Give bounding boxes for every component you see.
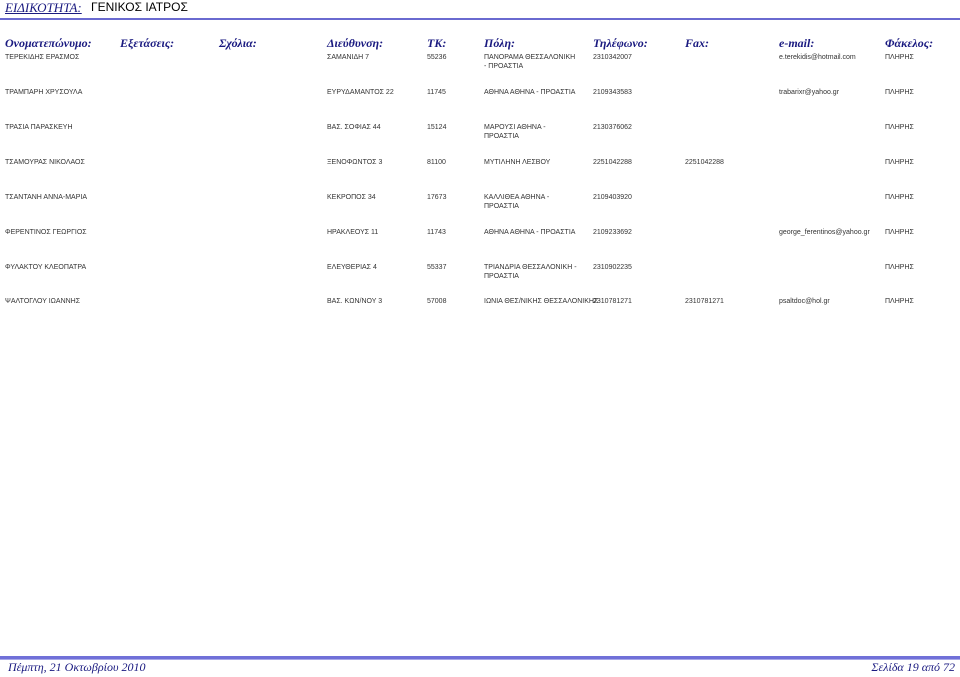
row-folder: ΠΛΗΡΗΣ (885, 229, 914, 236)
row-name: ΦΥΛΑΚΤΟΥ ΚΛΕΟΠΑΤΡΑ (5, 264, 87, 271)
row-address: ΕΥΡΥΔΑΜΑΝΤΟΣ 22 (327, 89, 394, 96)
row-address: ΚΕΚΡΟΠΟΣ 34 (327, 194, 376, 201)
row-address: ΗΡΑΚΛΕΟΥΣ 11 (327, 229, 379, 236)
row-email: psaltdoc@hol.gr (779, 298, 830, 305)
row-phone: 2109343583 (593, 89, 632, 96)
row-address: ΒΑΣ. ΚΩΝ/ΝΟΥ 3 (327, 298, 383, 305)
table-row: ΦΕΡΕΝΤΙΝΟΣ ΓΕΩΡΓΙΟΣ ΗΡΑΚΛΕΟΥΣ 11 11743 Α… (0, 228, 960, 258)
specialty-value: ΓΕΝΙΚΟΣ ΙΑΤΡΟΣ (91, 0, 188, 14)
table-row: ΦΥΛΑΚΤΟΥ ΚΛΕΟΠΑΤΡΑ ΕΛΕΥΘΕΡΙΑΣ 4 55337 ΤΡ… (0, 263, 960, 293)
table-row: ΤΣΑΜΟΥΡΑΣ ΝΙΚΟΛΑΟΣ ΞΕΝΟΦΩΝΤΟΣ 3 81100 ΜΥ… (0, 158, 960, 188)
row-phone: 2310902235 (593, 264, 632, 271)
row-name: ΤΕΡΕΚΙΔΗΣ ΕΡΑΣΜΟΣ (5, 54, 80, 61)
column-header-fax: Fax: (685, 36, 709, 50)
row-folder: ΠΛΗΡΗΣ (885, 194, 914, 201)
row-name: ΤΡΑΣΙΑ ΠΑΡΑΣΚΕΥΗ (5, 124, 73, 131)
row-name: ΤΣΑΜΟΥΡΑΣ ΝΙΚΟΛΑΟΣ (5, 159, 85, 166)
header-divider (0, 18, 960, 20)
row-phone: 2109403920 (593, 194, 632, 201)
row-folder: ΠΛΗΡΗΣ (885, 264, 914, 271)
column-header-email: e-mail: (779, 36, 815, 50)
row-folder: ΠΛΗΡΗΣ (885, 159, 914, 166)
table-row: ΤΡΑΜΠΑΡΗ ΧΡΥΣΟΥΛΑ ΕΥΡΥΔΑΜΑΝΤΟΣ 22 11745 … (0, 88, 960, 118)
row-folder: ΠΛΗΡΗΣ (885, 124, 914, 131)
row-name: ΦΕΡΕΝΤΙΝΟΣ ΓΕΩΡΓΙΟΣ (5, 229, 87, 236)
row-tk: 11745 (427, 89, 446, 96)
row-city: ΠΑΝΟΡΑΜΑ ΘΕΣΣΑΛΟΝΙΚΗ - ΠΡΟΑΣΤΙΑ (484, 54, 576, 70)
row-tk: 55236 (427, 54, 447, 61)
column-header-comments: Σχόλια: (219, 36, 257, 50)
column-header-name: Ονοματεπώνυμο: (5, 36, 92, 50)
row-tk: 57008 (427, 298, 447, 305)
row-address: ΣΑΜΑΝΙΔΗ 7 (327, 54, 370, 61)
column-header-tk: ΤΚ: (427, 36, 447, 50)
row-city: ΜΥΤΙΛΗΝΗ ΛΕΣΒΟΥ (484, 159, 551, 166)
row-address: ΕΛΕΥΘΕΡΙΑΣ 4 (327, 264, 377, 271)
row-phone: 2130376062 (593, 124, 632, 131)
row-email: trabarixr@yahoo.gr (779, 89, 840, 96)
footer-date: Πέμπτη, 21 Οκτωβρίου 2010 (8, 660, 146, 674)
row-phone: 2310781271 (593, 298, 632, 305)
row-phone: 2310342007 (593, 54, 632, 61)
row-folder: ΠΛΗΡΗΣ (885, 298, 914, 305)
row-name: ΤΡΑΜΠΑΡΗ ΧΡΥΣΟΥΛΑ (5, 89, 83, 96)
column-header-folder: Φάκελος: (885, 36, 934, 50)
table-row: ΤΕΡΕΚΙΔΗΣ ΕΡΑΣΜΟΣ ΣΑΜΑΝΙΔΗ 7 55236 ΠΑΝΟΡ… (0, 53, 960, 83)
row-city: ΤΡΙΑΝΔΡΙΑ ΘΕΣΣΑΛΟΝΙΚΗ - ΠΡΟΑΣΤΙΑ (484, 264, 577, 280)
table-row: ΨΑΛΤΟΓΛΟΥ ΙΩΑΝΝΗΣ ΒΑΣ. ΚΩΝ/ΝΟΥ 3 57008 Ι… (0, 297, 960, 327)
row-tk: 15124 (427, 124, 447, 131)
row-tk: 11743 (427, 229, 446, 236)
page-number: Σελίδα 19 από 72 (871, 660, 955, 674)
row-folder: ΠΛΗΡΗΣ (885, 54, 914, 61)
column-header-address: Διεύθυνση: (327, 36, 384, 50)
row-tk: 81100 (427, 159, 446, 166)
row-city: ΑΘΗΝΑ ΑΘΗΝΑ - ΠΡΟΑΣΤΙΑ (484, 229, 576, 236)
row-folder: ΠΛΗΡΗΣ (885, 89, 914, 96)
row-tk: 17673 (427, 194, 447, 201)
row-city: ΜΑΡΟΥΣΙ ΑΘΗΝΑ - ΠΡΟΑΣΤΙΑ (484, 124, 546, 140)
row-fax: 2310781271 (685, 298, 724, 305)
row-city: ΚΑΛΛΙΘΕΑ ΑΘΗΝΑ - ΠΡΟΑΣΤΙΑ (484, 194, 550, 210)
row-tk: 55337 (427, 264, 447, 271)
table-row: ΤΡΑΣΙΑ ΠΑΡΑΣΚΕΥΗ ΒΑΣ. ΣΟΦΙΑΣ 44 15124 ΜΑ… (0, 123, 960, 153)
row-phone: 2251042288 (593, 159, 632, 166)
row-address: ΞΕΝΟΦΩΝΤΟΣ 3 (327, 159, 383, 166)
table-row: ΤΣΑΝΤΑΝΗ ΑΝΝΑ-ΜΑΡΙΑ ΚΕΚΡΟΠΟΣ 34 17673 ΚΑ… (0, 193, 960, 223)
row-name: ΨΑΛΤΟΓΛΟΥ ΙΩΑΝΝΗΣ (5, 298, 81, 305)
row-email: george_ferentinos@yahoo.gr (779, 229, 870, 236)
column-header-phone: Τηλέφωνο: (593, 36, 648, 50)
row-name: ΤΣΑΝΤΑΝΗ ΑΝΝΑ-ΜΑΡΙΑ (5, 194, 87, 201)
row-city: ΙΩΝΙΑ ΘΕΣ/ΝΙΚΗΣ ΘΕΣΣΑΛΟΝΙΚΗΣ (484, 298, 599, 305)
row-fax: 2251042288 (685, 159, 724, 166)
row-phone: 2109233692 (593, 229, 632, 236)
specialty-label: ΕΙΔΙΚΟΤΗΤΑ: (5, 0, 82, 15)
column-header-city: Πόλη: (484, 36, 516, 50)
row-address: ΒΑΣ. ΣΟΦΙΑΣ 44 (327, 124, 381, 131)
row-city: ΑΘΗΝΑ ΑΘΗΝΑ - ΠΡΟΑΣΤΙΑ (484, 89, 576, 96)
column-header-exams: Εξετάσεις: (120, 36, 175, 50)
row-email: e.terekidis@hotmail.com (779, 54, 856, 61)
